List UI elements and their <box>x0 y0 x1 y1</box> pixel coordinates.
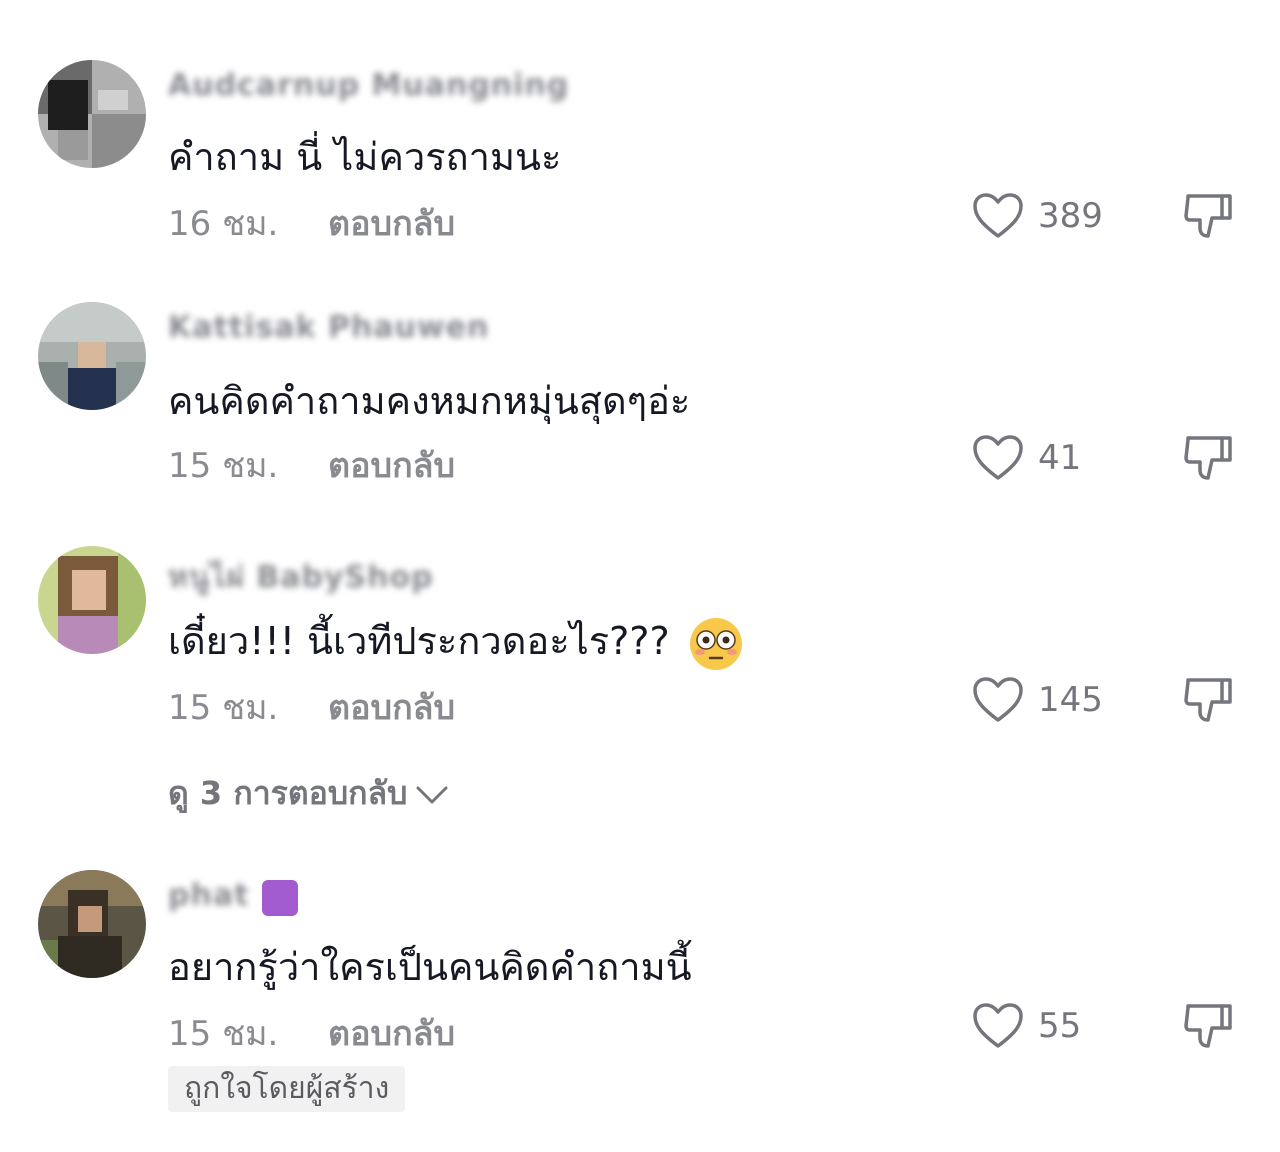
heart-icon <box>973 1003 1023 1048</box>
view-replies-label: ดู 3 การตอบกลับ <box>168 774 408 812</box>
comment-username[interactable]: หนูไผ่ BabyShop <box>168 554 434 601</box>
avatar[interactable] <box>38 870 146 978</box>
like-count: 145 <box>1038 680 1103 720</box>
heart-icon <box>973 435 1023 480</box>
reply-button[interactable]: ตอบกลับ <box>328 680 455 734</box>
like-count: 41 <box>1038 438 1082 478</box>
thumbs-down-icon <box>1184 436 1232 480</box>
comment-username[interactable]: phat <box>168 878 249 913</box>
like-count: 389 <box>1038 196 1103 236</box>
comment-username[interactable]: Audcarnup Muangning <box>168 68 569 103</box>
thumbs-down-icon <box>1184 194 1232 238</box>
comment-time: 16 ชม. <box>168 204 279 244</box>
comment-text-content: เดี๋ยว!!! นี้เวทีประกวดอะไร??? <box>168 619 670 663</box>
view-replies-button[interactable]: ดู 3 การตอบกลับ <box>168 768 449 819</box>
avatar[interactable] <box>38 546 146 654</box>
comment-username[interactable]: Kattisak Phauwen <box>168 310 489 345</box>
thumbs-down-icon <box>1184 678 1232 722</box>
comment-text: อยากรู้ว่าใครเป็นคนคิดคำถามนี้ <box>168 945 692 989</box>
comment-text: คำถาม นี่ ไม่ควรถามนะ <box>168 135 562 179</box>
username-text: phat <box>168 878 250 913</box>
reply-button[interactable]: ตอบกลับ <box>328 438 455 492</box>
dislike-button[interactable] <box>1182 192 1234 248</box>
comment-meta: 15 ชม. ตอบกลับ <box>168 1006 455 1060</box>
comment-text: เดี๋ยว!!! นี้เวทีประกวดอะไร??? <box>168 610 744 672</box>
user-badge-icon <box>262 880 298 916</box>
liked-by-creator-badge: ถูกใจโดยผู้สร้าง <box>168 1066 406 1112</box>
comment-meta: 16 ชม. ตอบกลับ <box>168 196 455 250</box>
comment-time: 15 ชม. <box>168 446 279 486</box>
reply-button[interactable]: ตอบกลับ <box>328 196 455 250</box>
comment-meta: 15 ชม. ตอบกลับ <box>168 438 455 492</box>
dislike-button[interactable] <box>1182 1002 1234 1058</box>
heart-icon <box>973 677 1023 722</box>
comment-time: 15 ชม. <box>168 1014 279 1054</box>
dislike-button[interactable] <box>1182 434 1234 490</box>
comment-text: คนคิดคำถามคงหมกหมุ่นสุดๆอ่ะ <box>168 379 691 423</box>
dislike-button[interactable] <box>1182 676 1234 732</box>
chevron-down-icon <box>416 786 448 804</box>
comment-meta: 15 ชม. ตอบกลับ <box>168 680 455 734</box>
like-count: 55 <box>1038 1006 1082 1046</box>
reply-button[interactable]: ตอบกลับ <box>328 1006 455 1060</box>
thumbs-down-icon <box>1184 1004 1232 1048</box>
avatar[interactable] <box>38 302 146 410</box>
avatar[interactable] <box>38 60 146 168</box>
flushed-face-emoji-icon <box>688 616 744 672</box>
comment-time: 15 ชม. <box>168 688 279 728</box>
heart-icon <box>973 193 1023 238</box>
